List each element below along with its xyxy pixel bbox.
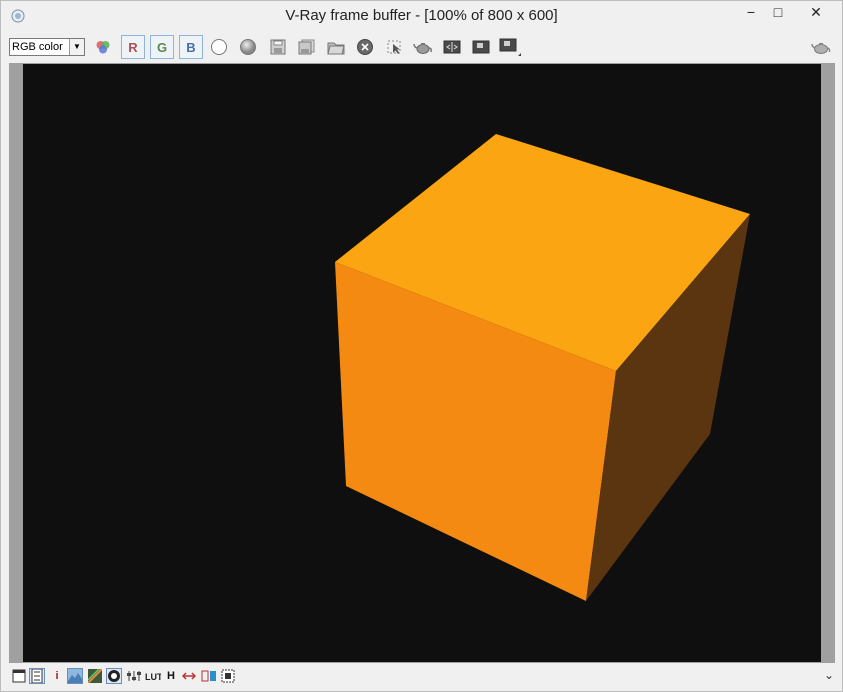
vfb-window: V-Ray frame buffer - [100% of 800 x 600]… [0, 0, 843, 692]
exposure-icon[interactable] [106, 668, 122, 684]
lut-icon[interactable]: LUT [145, 668, 161, 684]
window-title: V-Ray frame buffer - [100% of 800 x 600] [285, 7, 558, 24]
close-button[interactable]: ✕ [793, 1, 839, 23]
channel-select[interactable]: RGB color ▼ [9, 38, 85, 56]
green-channel-button[interactable]: G [150, 35, 174, 59]
teapot-settings-icon[interactable] [809, 35, 833, 59]
render-teapot-icon[interactable] [411, 35, 435, 59]
history-b-icon[interactable] [498, 35, 522, 59]
svg-text:LUT: LUT [145, 672, 161, 682]
ab-compare-icon[interactable] [440, 35, 464, 59]
levels-icon[interactable] [67, 668, 83, 684]
dropdown-arrow-icon: ▼ [69, 39, 84, 55]
expand-panel-button[interactable]: ⌄ [824, 668, 834, 682]
clear-image-icon[interactable] [353, 35, 377, 59]
rendered-image[interactable] [23, 64, 821, 662]
save-all-icon[interactable] [295, 35, 319, 59]
channel-select-value: RGB color [12, 41, 63, 53]
hue-saturation-button[interactable]: H [163, 668, 179, 684]
red-channel-button[interactable]: R [121, 35, 145, 59]
status-bar: i LUT H ⌄ [1, 664, 842, 691]
maximize-button[interactable]: □ [763, 1, 793, 23]
green-channel-label: G [156, 39, 168, 55]
save-image-icon[interactable] [266, 35, 290, 59]
show-corrections-icon[interactable] [11, 668, 27, 684]
curves-icon[interactable] [87, 668, 103, 684]
color-balance-icon[interactable] [126, 668, 142, 684]
track-mouse-icon[interactable] [382, 35, 406, 59]
compare-horizontal-icon[interactable] [181, 668, 197, 684]
red-channel-label: R [128, 39, 138, 55]
title-bar[interactable]: V-Ray frame buffer - [100% of 800 x 600]… [1, 1, 842, 32]
alpha-white-icon[interactable] [207, 35, 231, 59]
open-image-icon[interactable] [324, 35, 348, 59]
color-channels-icon[interactable] [91, 35, 115, 59]
pixel-info-button[interactable]: i [49, 668, 65, 684]
stamp-icon[interactable] [220, 668, 236, 684]
monochrome-sphere-icon[interactable] [236, 35, 260, 59]
blue-channel-label: B [186, 39, 196, 55]
compare-vertical-icon[interactable] [201, 668, 217, 684]
image-viewport[interactable] [9, 63, 835, 663]
blue-channel-button[interactable]: B [179, 35, 203, 59]
history-a-icon[interactable] [469, 35, 493, 59]
film-strip-icon[interactable] [29, 668, 45, 684]
minimize-button[interactable]: − [736, 1, 766, 23]
toolbar: RGB color ▼ R G B [1, 32, 842, 61]
render-canvas [335, 134, 750, 601]
